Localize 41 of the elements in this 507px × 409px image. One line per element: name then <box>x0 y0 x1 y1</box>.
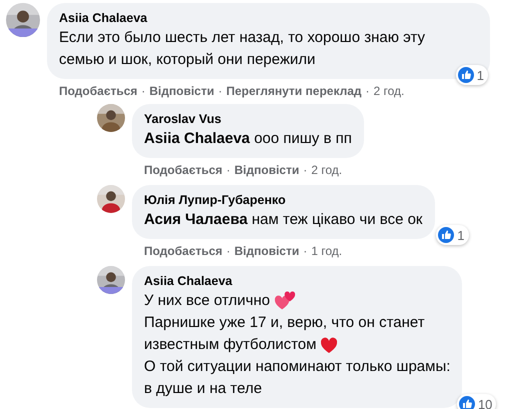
reaction-number: 1 <box>476 68 484 82</box>
action-link[interactable]: Подобається <box>144 162 222 178</box>
action-link[interactable]: Подобається <box>59 83 138 99</box>
comment-text: У них все отлично <box>144 291 270 311</box>
author-name: Asiia Chalaeva <box>144 273 234 290</box>
reaction-number: 1 <box>457 228 464 242</box>
heart-icon <box>320 336 338 354</box>
action-link[interactable]: Відповісти <box>149 83 214 99</box>
separator-dot: · <box>366 83 370 99</box>
like-icon <box>438 227 454 243</box>
comment-text: семью и шок, который они пережили <box>59 50 316 70</box>
reaction-count[interactable]: 1 <box>456 65 488 85</box>
comment-text: О той ситуации напоминают только шрамы: <box>144 357 450 377</box>
author-name: Yaroslav Vus <box>144 111 222 128</box>
separator-dot: · <box>226 162 230 178</box>
comment-text: известным футболистом <box>144 335 316 355</box>
timestamp-link[interactable]: 2 год. <box>374 83 404 99</box>
two-hearts-icon <box>274 291 296 311</box>
reaction-count[interactable]: 1 <box>436 225 468 245</box>
separator-dot: · <box>226 243 230 259</box>
separator-dot: · <box>218 83 222 99</box>
action-link[interactable]: Відповісти <box>234 162 300 178</box>
action-link[interactable]: Відповісти <box>234 243 300 259</box>
reaction-number: 10 <box>478 396 492 409</box>
like-icon <box>458 67 474 83</box>
like-icon <box>458 396 475 409</box>
comment-text: Асия Чалаева нам теж цікаво чи все ок <box>144 210 422 230</box>
comment-text: Парнишке уже 17 и, верю, что он станет <box>144 313 425 333</box>
separator-dot: · <box>303 243 308 259</box>
comment-text: Asiia Chalaeva ооо пишу в пп <box>144 129 352 149</box>
timestamp-link[interactable]: 2 год. <box>311 162 342 178</box>
action-link[interactable]: Переглянути переклад <box>226 83 362 99</box>
separator-dot: · <box>141 83 146 99</box>
reaction-count[interactable]: 10 <box>456 394 496 409</box>
timestamp-link[interactable]: 1 год. <box>311 243 342 259</box>
action-link[interactable]: Подобається <box>144 243 222 259</box>
comment-text: в душе и на теле <box>144 379 262 399</box>
comment-text: Если это было шесть лет назад, то хорошо знаю эту <box>59 28 425 48</box>
author-name: Юлія Лупир-Губаренко <box>144 192 287 209</box>
author-name: Asiia Chalaeva <box>59 10 148 27</box>
separator-dot: · <box>303 162 308 178</box>
